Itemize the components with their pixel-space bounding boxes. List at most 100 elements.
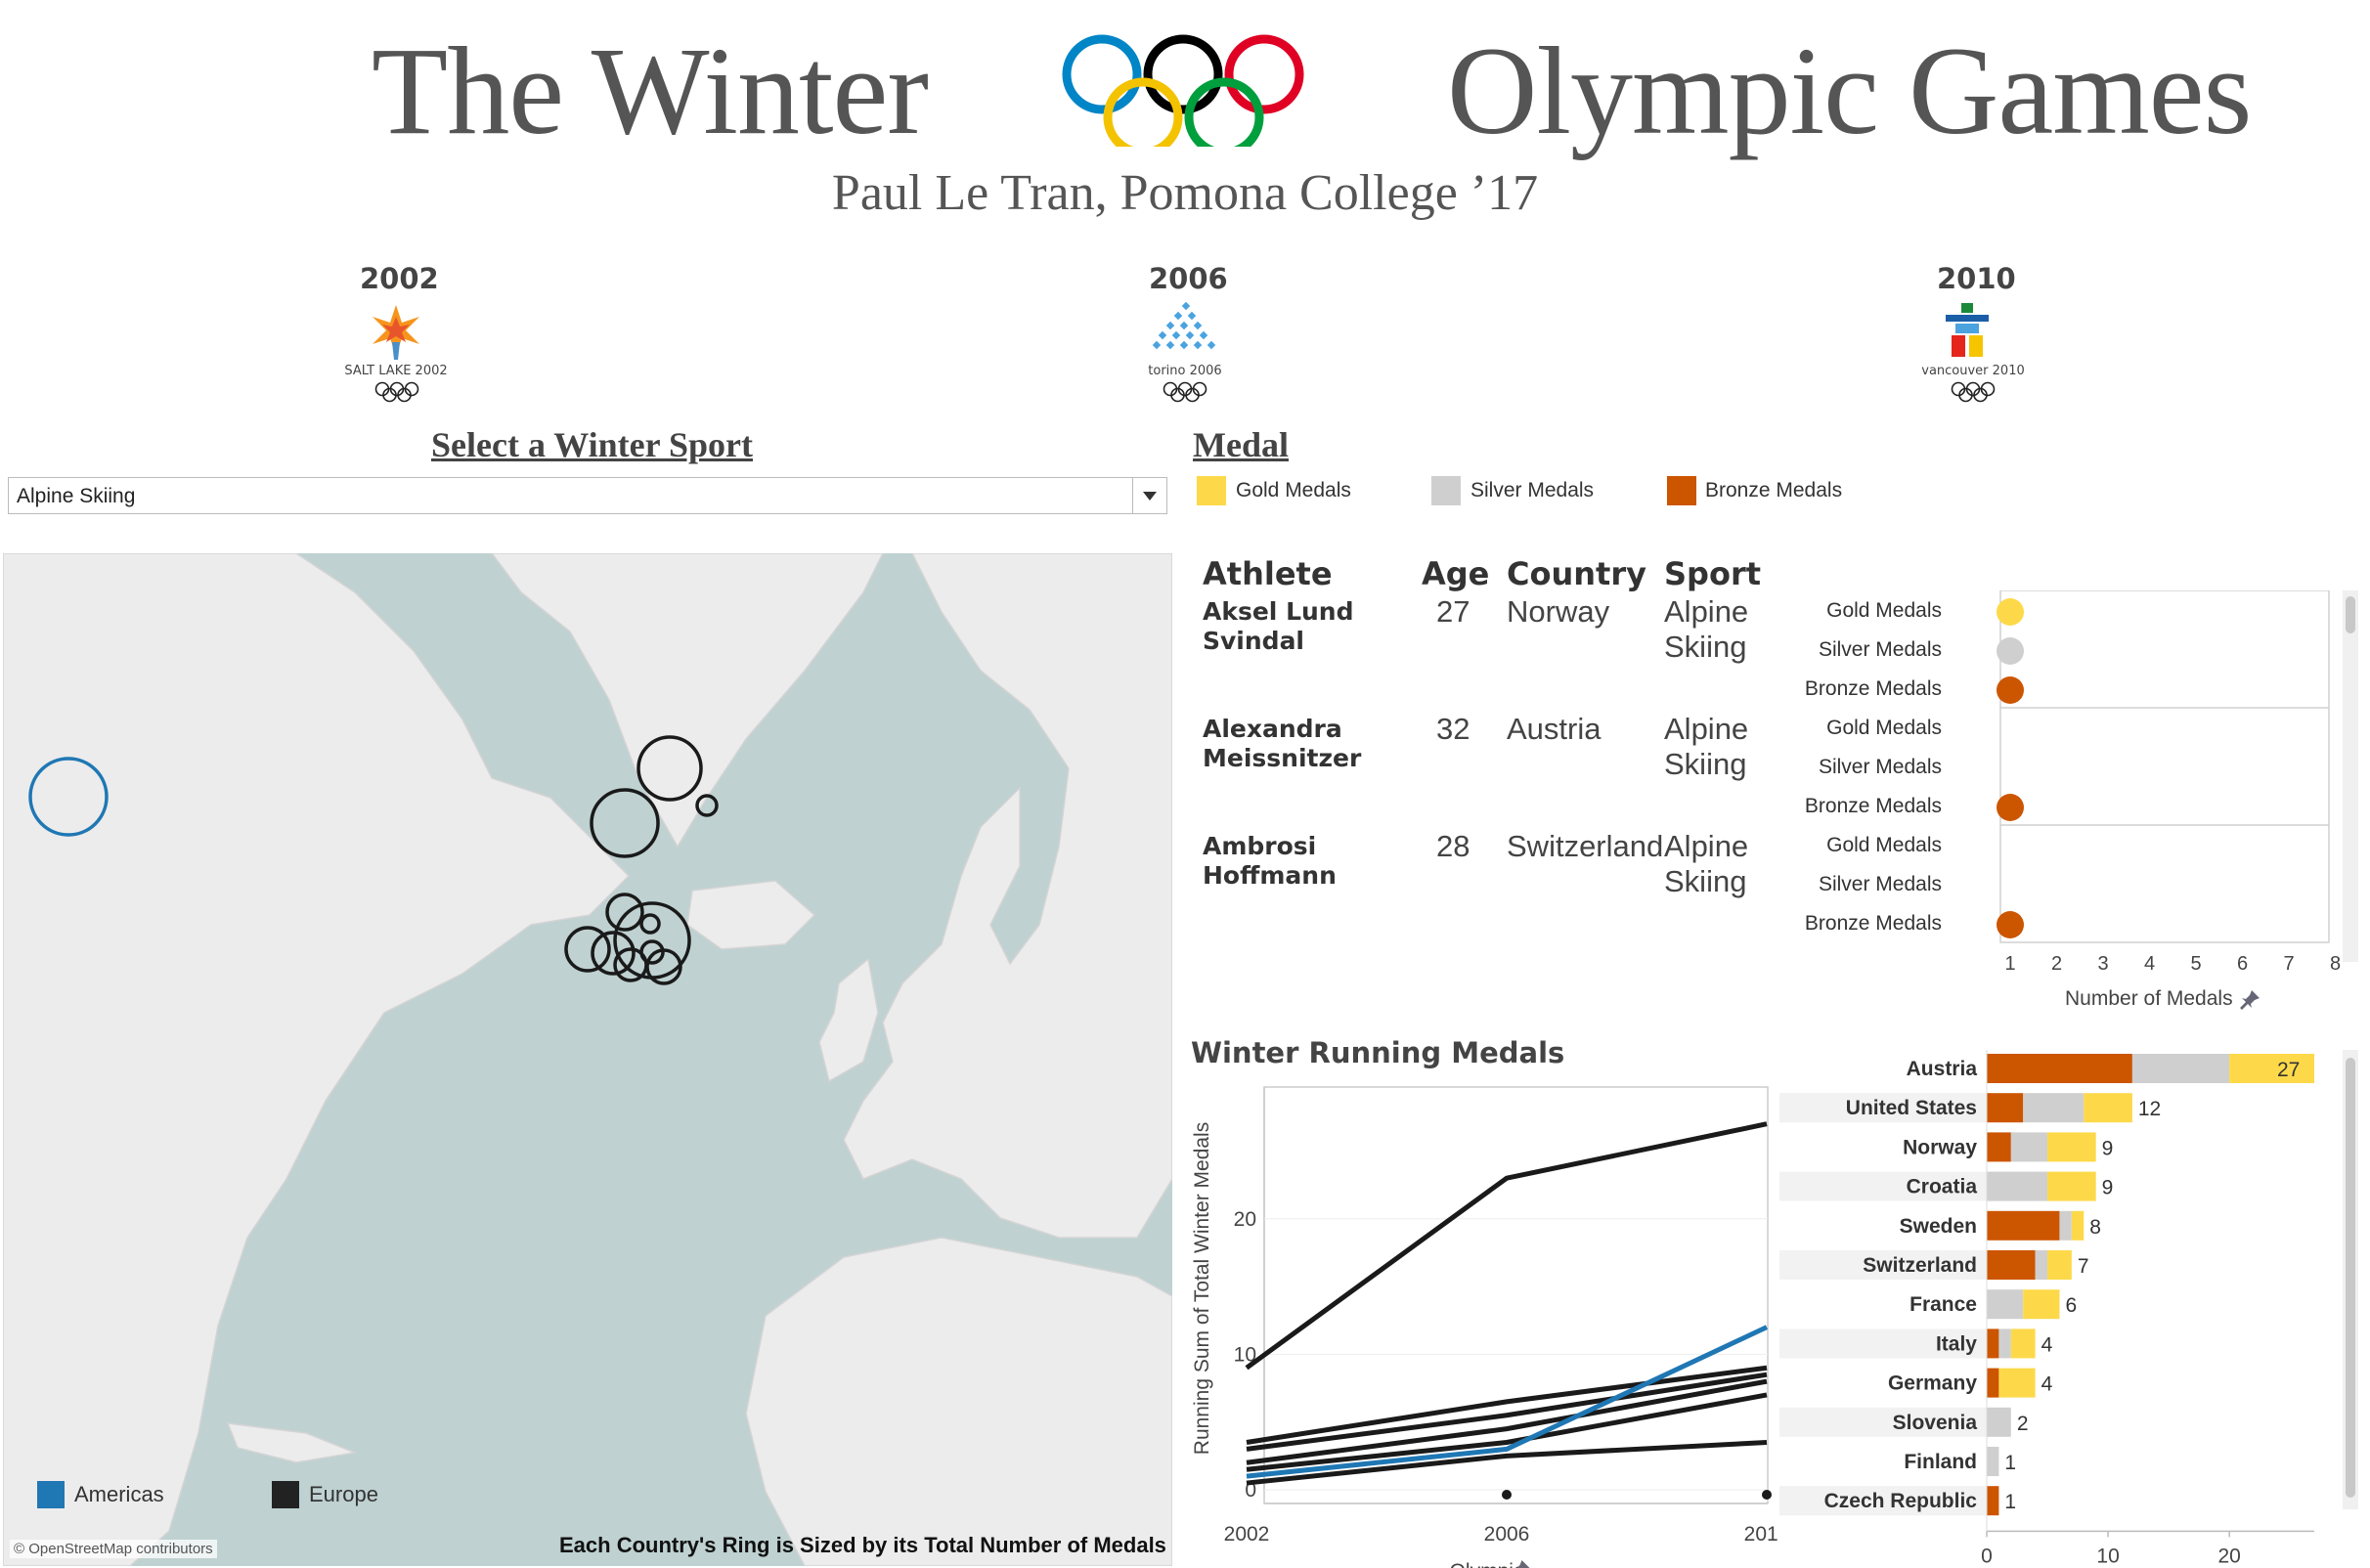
silver-legend-swatch[interactable] <box>1431 476 1461 505</box>
bronze-medal-dot[interactable] <box>1997 911 2024 938</box>
gold-medals-bar-segment[interactable] <box>2010 1328 2036 1359</box>
silver-medals-bar-segment[interactable] <box>2035 1250 2048 1280</box>
green-ring <box>1184 77 1264 147</box>
bronze-legend-swatch[interactable] <box>1667 476 1696 505</box>
country-label: Sweden <box>1900 1215 1977 1238</box>
silver-medals-bar-segment[interactable] <box>1987 1407 2011 1437</box>
athlete-name: Ambrosi Hoffmann <box>1203 832 1408 891</box>
silver-medals-bar-segment[interactable] <box>2131 1054 2230 1083</box>
bar-total-label: 27 <box>2277 1059 2300 1081</box>
gold-medals-bar-segment[interactable] <box>2084 1093 2132 1123</box>
bronze-medal-dot[interactable] <box>1997 676 2024 704</box>
athlete-name-line1: Alexandra <box>1203 715 1342 743</box>
dot-row-label: Bronze Medals <box>1804 912 1942 935</box>
north-america-land <box>3 553 631 1566</box>
caribbean-land <box>226 1422 358 1463</box>
black-ring <box>1143 34 1223 114</box>
silver-medals-bar-segment[interactable] <box>1987 1447 1999 1476</box>
country-label: Croatia <box>1907 1176 1978 1198</box>
silver-medals-bar-segment[interactable] <box>2010 1132 2048 1162</box>
athlete-age: 32 <box>1436 712 1470 746</box>
medal-dot-panel[interactable]: 1 2 3 4 5 6 7 8 <box>1965 590 2343 981</box>
y-tick-label: 20 <box>1234 1208 1256 1231</box>
map-note: Each Country's Ring is Sized by its Tota… <box>559 1533 1166 1557</box>
dot-row-label: Bronze Medals <box>1804 677 1942 700</box>
bar-x-tick-label: 10 <box>2096 1545 2119 1564</box>
gold-medals-bar-segment[interactable] <box>2047 1250 2072 1280</box>
running-chart-title: Winter Running Medals <box>1191 1036 1565 1069</box>
bronze-medals-bar-segment[interactable] <box>1987 1486 1999 1516</box>
athlete-name-line2: Hoffmann <box>1203 861 1337 890</box>
gold-medals-bar-segment[interactable] <box>2047 1171 2096 1201</box>
bar-total-label: 12 <box>2138 1098 2161 1120</box>
snowflake-logo-icon <box>373 305 419 360</box>
sport-select[interactable]: Alpine Skiing <box>8 477 1167 514</box>
bronze-medals-bar-segment[interactable] <box>1987 1250 2036 1280</box>
bar-total-label: 1 <box>2004 1452 2016 1474</box>
athlete-sport-line2: Skiing <box>1664 747 1747 781</box>
dot-axis-tick: 5 <box>2190 953 2201 975</box>
series-line-europe[interactable] <box>1246 1372 1768 1452</box>
gold-medals-bar-segment[interactable] <box>2229 1054 2314 1083</box>
running-medals-chart[interactable]: 01020200220062010Running Sum of Total Wi… <box>1181 1079 1778 1568</box>
dot-row-label: Gold Medals <box>1826 834 1942 856</box>
gold-medals-bar-segment[interactable] <box>1998 1368 2036 1398</box>
bronze-medal-dot[interactable] <box>1997 794 2024 821</box>
year-2002: 2002 <box>360 262 439 295</box>
chevron-down-icon[interactable] <box>1132 478 1166 513</box>
bronze-medals-bar-segment[interactable] <box>1987 1328 1999 1359</box>
bar-total-label: 8 <box>2089 1216 2101 1239</box>
pin-icon[interactable] <box>2238 988 2261 1011</box>
bar-total-label: 1 <box>2004 1491 2016 1513</box>
bronze-medals-bar-segment[interactable] <box>1987 1210 2060 1241</box>
athlete-name: Aksel Lund Svindal <box>1203 597 1408 656</box>
silver-legend-label: Silver Medals <box>1470 479 1595 501</box>
bar-chart-scrollbar-thumb[interactable] <box>2346 1058 2355 1498</box>
data-point[interactable] <box>1762 1490 1772 1500</box>
gold-medals-bar-segment[interactable] <box>2023 1289 2060 1320</box>
silver-medals-bar-segment[interactable] <box>2023 1093 2085 1123</box>
gold-medals-bar-segment[interactable] <box>2071 1210 2085 1241</box>
americas-legend-swatch[interactable] <box>37 1481 65 1508</box>
dot-row-label: Gold Medals <box>1826 599 1942 622</box>
year-2006: 2006 <box>1149 262 1228 295</box>
athlete-scrollbar-thumb[interactable] <box>2346 596 2355 633</box>
map-canvas <box>3 553 1172 1566</box>
silver-medals-bar-segment[interactable] <box>1987 1289 2024 1320</box>
dot-axis-tick: 4 <box>2144 953 2155 975</box>
y-axis-title: Running Sum of Total Winter Medals <box>1191 1122 1213 1455</box>
athlete-sport-line1: Alpine <box>1664 712 1749 746</box>
silver-medals-bar-segment[interactable] <box>1987 1171 2048 1201</box>
dot-axis-tick: 7 <box>2283 953 2294 975</box>
bronze-medals-bar-segment[interactable] <box>1987 1093 2024 1123</box>
sport-select-value: Alpine Skiing <box>17 485 136 507</box>
athlete-age: 27 <box>1436 594 1470 629</box>
gold-medal-dot[interactable] <box>1997 598 2024 626</box>
country-ring-norway <box>590 788 660 858</box>
europe-legend-swatch[interactable] <box>272 1481 299 1508</box>
bar-total-label: 2 <box>2017 1413 2029 1435</box>
bar-chart-scrollbar[interactable] <box>2343 1050 2358 1509</box>
data-point[interactable] <box>1502 1490 1512 1500</box>
country-medals-bar-chart[interactable]: Austria 27United States 12Norway 9Croatia 9S… <box>1779 1046 2343 1564</box>
bronze-medals-bar-segment[interactable] <box>1987 1368 1999 1398</box>
silver-medal-dot[interactable] <box>1997 637 2024 665</box>
gold-medals-bar-segment[interactable] <box>2047 1132 2096 1162</box>
country-ring-czech <box>639 913 661 935</box>
silver-medals-bar-segment[interactable] <box>2059 1210 2072 1241</box>
bronze-medals-bar-segment[interactable] <box>1987 1132 2011 1162</box>
medal-map[interactable] <box>3 553 1172 1566</box>
gold-legend-swatch[interactable] <box>1197 476 1226 505</box>
silver-medals-bar-segment[interactable] <box>1998 1328 2011 1359</box>
dot-row-label: Silver Medals <box>1818 638 1942 661</box>
bronze-medals-bar-segment[interactable] <box>1987 1054 2132 1083</box>
map-attribution[interactable]: © OpenStreetMap contributors <box>10 1540 217 1558</box>
sport-filter-heading: Select a Winter Sport <box>431 425 753 464</box>
dot-axis-tick: 3 <box>2097 953 2108 975</box>
mini-rings-icon <box>1163 381 1207 403</box>
country-ring-germany <box>605 893 644 932</box>
series-line-europe[interactable] <box>1245 1121 1768 1371</box>
olympic-rings-logo <box>1062 34 1304 147</box>
athlete-scrollbar[interactable] <box>2343 590 2358 962</box>
x-axis-title: Olympic <box>1450 1560 1524 1568</box>
